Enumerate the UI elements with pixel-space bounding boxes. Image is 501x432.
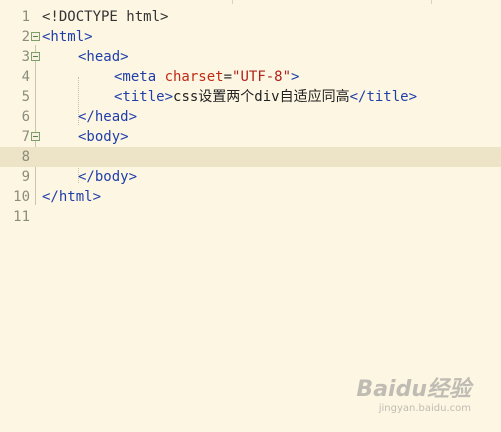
body-close-tag: </body> xyxy=(78,167,137,187)
code-line-11[interactable]: 11 xyxy=(0,207,501,227)
tag-text: </body> xyxy=(78,169,138,185)
tag-text: </head> xyxy=(78,109,138,125)
html-close-tag: </html> xyxy=(42,187,101,207)
line-number: 11 xyxy=(13,209,30,225)
line-number: 3 xyxy=(21,49,30,65)
title-text: css设置两个div自适应同高 xyxy=(173,89,350,105)
code-line-9[interactable]: 9 </body> xyxy=(0,167,501,187)
head-open-tag: <head> xyxy=(78,47,129,67)
tag-text: <head> xyxy=(78,49,129,65)
line-number: 1 xyxy=(21,9,30,25)
watermark-logo-text: Baidu经验 xyxy=(356,377,471,402)
fold-toggle-icon[interactable] xyxy=(31,52,40,61)
code-line-8-current[interactable]: 8 xyxy=(0,147,501,167)
code-line-2[interactable]: 2 <html> xyxy=(0,27,501,47)
line-number: 4 xyxy=(21,69,30,85)
meta-tag: <meta charset="UTF-8"> xyxy=(114,67,299,87)
doctype-text: <!DOCTYPE html> xyxy=(42,9,169,25)
html-open-tag: <html> xyxy=(42,27,93,47)
charset-attribute: charset xyxy=(164,69,224,85)
head-close-tag: </head> xyxy=(78,107,137,127)
code-line-6[interactable]: 6 </head> xyxy=(0,107,501,127)
code-line-7[interactable]: 7 <body> xyxy=(0,127,501,147)
code-line-4[interactable]: 4 <meta charset="UTF-8"> xyxy=(0,67,501,87)
column-divider xyxy=(431,0,432,4)
column-divider xyxy=(232,0,233,4)
line-number: 7 xyxy=(21,129,30,145)
title-open-tag: <title> xyxy=(114,89,174,105)
fold-toggle-icon[interactable] xyxy=(31,132,40,141)
tag-text: <html> xyxy=(42,29,93,45)
line-number: 6 xyxy=(21,109,30,125)
line-number: 2 xyxy=(21,29,30,45)
line-number: 10 xyxy=(13,189,30,205)
tag-text: </html> xyxy=(42,189,102,205)
code-line-5[interactable]: 5 <title>css设置两个div自适应同高</title> xyxy=(0,87,501,107)
code-line-1[interactable]: 1 <!DOCTYPE html> xyxy=(0,7,501,27)
line-number: 9 xyxy=(21,169,30,185)
meta-tag-close: > xyxy=(291,69,300,85)
doctype-declaration: <!DOCTYPE html> xyxy=(42,7,168,27)
tag-text: <body> xyxy=(78,129,129,145)
watermark-url: jingyan.baidu.com xyxy=(378,403,471,414)
line-number: 5 xyxy=(21,89,30,105)
fold-toggle-icon[interactable] xyxy=(31,32,40,41)
code-line-10[interactable]: 10 </html> xyxy=(0,187,501,207)
editor-top-bar xyxy=(0,0,501,4)
code-line-3[interactable]: 3 <head> xyxy=(0,47,501,67)
line-number: 8 xyxy=(21,149,30,165)
meta-tag-open: <meta xyxy=(114,69,165,85)
title-close-tag: </title> xyxy=(349,89,418,105)
title-element: <title>css设置两个div自适应同高</title> xyxy=(114,87,417,107)
watermark: Baidu经验 jingyan.baidu.com xyxy=(356,371,471,414)
equals-sign: = xyxy=(223,69,233,85)
body-open-tag: <body> xyxy=(78,127,129,147)
charset-value: "UTF-8" xyxy=(232,69,292,85)
code-editor[interactable]: 1 <!DOCTYPE html> 2 <html> 3 <head> 4 <m… xyxy=(0,7,501,227)
